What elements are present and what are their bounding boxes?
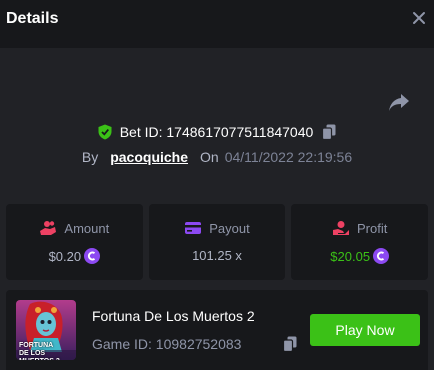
username-link[interactable]: pacoquiche — [110, 149, 188, 165]
on-label: On — [200, 149, 219, 165]
payout-value: 101.25 x — [192, 248, 242, 263]
amount-card: Amount $0.20 — [6, 204, 143, 280]
bet-author-row: By pacoquiche On 04/11/2022 22:19:56 — [0, 148, 434, 166]
copy-icon[interactable] — [322, 124, 336, 140]
game-card: FORTUNA DE LOS MUERTOS 2 Fortuna De Los … — [6, 290, 428, 370]
play-now-button[interactable]: Play Now — [310, 314, 420, 346]
close-icon[interactable] — [412, 11, 426, 25]
game-id: Game ID: 10982752083 — [92, 336, 242, 352]
coin-icon — [373, 248, 390, 264]
shield-check-icon — [98, 124, 112, 140]
by-label: By — [81, 149, 99, 165]
profit-card: Profit $20.05 — [291, 204, 429, 280]
bet-id-row: Bet ID: 1748617077511847040 — [0, 122, 434, 142]
header: Details — [0, 0, 434, 48]
card-icon — [185, 222, 202, 234]
page-title: Details — [6, 10, 59, 27]
amount-label: Amount — [64, 220, 110, 236]
game-name: Fortuna De Los Muertos 2 — [92, 308, 255, 324]
profit-value: $20.05 — [330, 248, 371, 264]
payout-label: Payout — [209, 220, 250, 236]
game-thumbnail[interactable]: FORTUNA DE LOS MUERTOS 2 — [16, 300, 76, 360]
bet-id: Bet ID: 1748617077511847040 — [119, 124, 314, 140]
game-thumbnail-logo: FORTUNA DE LOS MUERTOS 2 — [19, 342, 60, 360]
coin-icon — [84, 248, 101, 264]
share-icon[interactable] — [388, 92, 410, 112]
copy-icon[interactable] — [283, 336, 297, 352]
bet-date: 04/11/2022 22:19:56 — [224, 149, 353, 165]
payout-card: Payout 101.25 x — [148, 204, 286, 280]
coins-icon — [40, 221, 57, 235]
amount-value: $0.20 — [48, 248, 82, 264]
profit-icon — [333, 221, 349, 235]
profit-label: Profit — [357, 220, 388, 236]
bet-stats: Amount $0.20 Payout 101.25 x Profit $20.… — [6, 204, 429, 280]
